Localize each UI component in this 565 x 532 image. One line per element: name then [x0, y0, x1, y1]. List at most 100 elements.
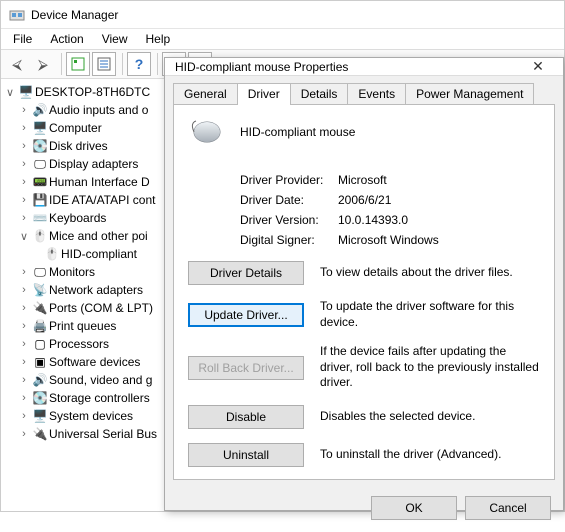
forward-icon[interactable]: ⮚	[31, 52, 55, 76]
expand-icon[interactable]: ›	[17, 320, 31, 332]
expand-icon[interactable]: ›	[17, 338, 31, 350]
keyboard-icon: ⌨️	[31, 211, 49, 225]
menu-help[interactable]: Help	[138, 30, 179, 48]
row-uninstall: Uninstall To uninstall the driver (Advan…	[188, 443, 540, 467]
usb-icon: 🔌	[31, 427, 49, 441]
expand-icon[interactable]: ›	[17, 176, 31, 188]
info-value: Microsoft Windows	[338, 233, 439, 247]
computer-icon: 🖥️	[17, 85, 35, 99]
expand-icon[interactable]: ›	[17, 104, 31, 116]
audio-icon: 🔊	[31, 103, 49, 117]
sound-icon: 🔊	[31, 373, 49, 387]
window-titlebar: Device Manager	[1, 1, 564, 29]
tree-root-label: DESKTOP-8TH6DTC	[35, 85, 150, 99]
menubar: File Action View Help	[1, 29, 564, 49]
tree-item-label: Sound, video and g	[49, 373, 152, 387]
tree-item-label: System devices	[49, 409, 133, 423]
expand-icon[interactable]: ›	[17, 140, 31, 152]
menu-view[interactable]: View	[94, 30, 136, 48]
driver-details-desc: To view details about the driver files.	[320, 265, 540, 281]
collapse-icon[interactable]: ∨	[3, 86, 17, 99]
rollback-driver-button[interactable]: Roll Back Driver...	[188, 356, 304, 380]
mouse-icon: 🖱️	[31, 229, 49, 243]
tab-strip: General Driver Details Events Power Mana…	[165, 76, 563, 104]
ok-button[interactable]: OK	[371, 496, 457, 520]
tree-item-label: Universal Serial Bus	[49, 427, 157, 441]
expand-icon[interactable]: ›	[17, 266, 31, 278]
expand-icon[interactable]: ›	[17, 428, 31, 440]
row-rollback: Roll Back Driver... If the device fails …	[188, 344, 540, 391]
info-value: Microsoft	[338, 173, 387, 187]
help-icon[interactable]: ?	[127, 52, 151, 76]
properties-dialog: HID-compliant mouse Properties ✕ General…	[164, 57, 564, 511]
tab-events[interactable]: Events	[347, 83, 406, 105]
info-date: Driver Date: 2006/6/21	[188, 193, 540, 207]
expand-icon[interactable]: ›	[17, 212, 31, 224]
row-driver-details: Driver Details To view details about the…	[188, 261, 540, 285]
display-icon: 🖵	[31, 157, 49, 172]
close-icon[interactable]: ✕	[523, 58, 553, 75]
update-driver-desc: To update the driver software for this d…	[320, 299, 540, 330]
tree-item-label: Ports (COM & LPT)	[49, 301, 153, 315]
toolbar-btn-1[interactable]	[66, 52, 90, 76]
system-icon: 🖥️	[31, 409, 49, 423]
separator	[61, 53, 62, 75]
device-header: HID-compliant mouse	[188, 117, 540, 147]
expand-icon[interactable]: ›	[17, 284, 31, 296]
info-label: Driver Date:	[188, 193, 338, 207]
expand-icon[interactable]: ›	[17, 410, 31, 422]
tree-item-label: Display adapters	[49, 157, 138, 171]
dialog-footer: OK Cancel	[165, 488, 563, 532]
info-label: Driver Provider:	[188, 173, 338, 187]
info-provider: Driver Provider: Microsoft	[188, 173, 540, 187]
disable-desc: Disables the selected device.	[320, 409, 540, 425]
expand-icon[interactable]: ›	[17, 374, 31, 386]
tab-page-driver: HID-compliant mouse Driver Provider: Mic…	[173, 104, 555, 480]
computer-icon: 🖥️	[31, 121, 49, 135]
update-driver-button[interactable]: Update Driver...	[188, 303, 304, 327]
mouse-icon: 🖱️	[43, 247, 61, 261]
uninstall-button[interactable]: Uninstall	[188, 443, 304, 467]
mouse-large-icon	[188, 117, 228, 147]
expand-icon[interactable]: ›	[17, 392, 31, 404]
tab-driver[interactable]: Driver	[237, 83, 291, 105]
network-icon: 📡	[31, 283, 49, 297]
tab-details[interactable]: Details	[290, 83, 349, 105]
tree-item-label: Computer	[49, 121, 102, 135]
menu-file[interactable]: File	[5, 30, 40, 48]
tree-item-label: Storage controllers	[49, 391, 150, 405]
separator	[157, 53, 158, 75]
expand-icon[interactable]: ›	[17, 194, 31, 206]
disk-icon: 💽	[31, 139, 49, 153]
tree-item-label: Processors	[49, 337, 109, 351]
info-signer: Digital Signer: Microsoft Windows	[188, 233, 540, 247]
ide-icon: 💾	[31, 193, 49, 207]
collapse-icon[interactable]: ∨	[17, 230, 31, 243]
driver-details-button[interactable]: Driver Details	[188, 261, 304, 285]
expand-icon[interactable]: ›	[17, 356, 31, 368]
expand-icon[interactable]: ›	[17, 122, 31, 134]
expand-icon[interactable]: ›	[17, 158, 31, 170]
separator	[122, 53, 123, 75]
tree-item-label: IDE ATA/ATAPI cont	[49, 193, 155, 207]
toolbar-btn-2[interactable]	[92, 52, 116, 76]
ports-icon: 🔌	[31, 301, 49, 315]
info-value: 2006/6/21	[338, 193, 391, 207]
tree-item-label: Audio inputs and o	[49, 103, 148, 117]
expand-icon[interactable]: ›	[17, 302, 31, 314]
storage-icon: 💽	[31, 391, 49, 405]
back-icon[interactable]: ⮘	[5, 52, 29, 76]
tree-item-label: Software devices	[49, 355, 140, 369]
info-label: Driver Version:	[188, 213, 338, 227]
tab-power[interactable]: Power Management	[405, 83, 534, 105]
tab-general[interactable]: General	[173, 83, 238, 105]
disable-button[interactable]: Disable	[188, 405, 304, 429]
tree-item-label: Disk drives	[49, 139, 108, 153]
cancel-button[interactable]: Cancel	[465, 496, 551, 520]
tree-item-label: HID-compliant	[61, 247, 137, 261]
tree-item-label: Human Interface D	[49, 175, 150, 189]
tree-item-label: Mice and other poi	[49, 229, 148, 243]
menu-action[interactable]: Action	[42, 30, 91, 48]
printer-icon: 🖨️	[31, 319, 49, 333]
dialog-titlebar[interactable]: HID-compliant mouse Properties ✕	[165, 58, 563, 76]
